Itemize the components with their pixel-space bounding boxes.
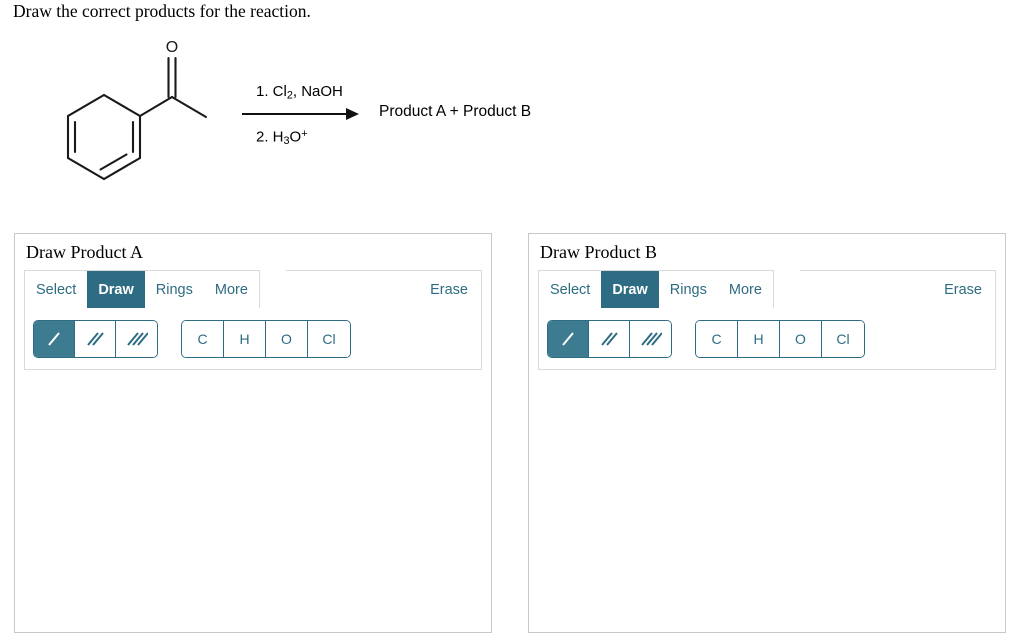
single-bond-icon <box>562 331 574 346</box>
reagent-line-2: 2. H3O+ <box>256 128 308 147</box>
atom-button-o-b[interactable]: O <box>780 320 822 357</box>
products-label: Product A + Product B <box>379 103 532 120</box>
reagent-1-prefix: 1. Cl <box>256 83 287 100</box>
tab-rings-b[interactable]: Rings <box>658 271 718 308</box>
molecule-editor-b: Select Draw Rings More Erase C H O Cl <box>538 270 996 632</box>
single-bond-button-b[interactable] <box>548 320 589 357</box>
double-bond-button-a[interactable] <box>75 320 116 357</box>
editor-tool-row-a: C H O Cl <box>24 308 482 370</box>
editor-tab-group-b: Select Draw Rings More <box>538 270 774 308</box>
draw-panel-product-b: Draw Product B Select Draw Rings More Er… <box>528 233 1006 633</box>
tab-more-b[interactable]: More <box>717 271 773 308</box>
atom-button-o-a[interactable]: O <box>266 320 308 357</box>
bond-order-group-a <box>33 319 158 358</box>
tab-select-a[interactable]: Select <box>25 271 88 308</box>
atom-button-cl-a[interactable]: Cl <box>308 320 350 357</box>
molecule-editor-a: Select Draw Rings More Erase C H O Cl <box>24 270 482 632</box>
atom-button-c-a[interactable]: C <box>182 320 224 357</box>
atom-button-group-a: C H O Cl <box>181 319 351 358</box>
atom-button-cl-b[interactable]: Cl <box>822 320 864 357</box>
single-bond-button-a[interactable] <box>34 320 75 357</box>
tab-select-b[interactable]: Select <box>539 271 602 308</box>
panel-heading-product-b: Draw Product B <box>540 242 657 262</box>
atom-button-h-a[interactable]: H <box>224 320 266 357</box>
triple-bond-button-a[interactable] <box>116 320 157 357</box>
single-bond-icon <box>48 331 60 346</box>
reagent-2-superscript: + <box>301 128 308 140</box>
drawing-canvas-a[interactable] <box>24 370 482 632</box>
editor-tab-strip-a: Select Draw Rings More Erase <box>24 270 482 308</box>
erase-button-a[interactable]: Erase <box>430 271 481 308</box>
acetophenone-structure: O <box>40 30 230 195</box>
editor-erase-group-a: Erase <box>286 270 482 308</box>
editor-tool-row-b: C H O Cl <box>538 308 996 370</box>
bond-order-group-b <box>547 319 672 358</box>
triple-bond-icon <box>126 331 148 346</box>
reagent-1-suffix: , NaOH <box>292 83 343 100</box>
atom-button-c-b[interactable]: C <box>696 320 738 357</box>
triple-bond-icon <box>640 331 662 346</box>
drawing-canvas-b[interactable] <box>538 370 996 632</box>
atom-button-h-b[interactable]: H <box>738 320 780 357</box>
triple-bond-button-b[interactable] <box>630 320 671 357</box>
editor-tab-strip-b: Select Draw Rings More Erase <box>538 270 996 308</box>
carbonyl-oxygen-label: O <box>166 39 178 56</box>
atom-button-group-b: C H O Cl <box>695 319 865 358</box>
erase-button-b[interactable]: Erase <box>944 271 995 308</box>
reagent-line-1: 1. Cl2, NaOH <box>256 83 343 102</box>
reaction-scheme: O 1. Cl2, NaOH 2. H3O+ Product A + Produ… <box>0 22 1024 212</box>
tab-rings-a[interactable]: Rings <box>144 271 204 308</box>
panel-heading-product-a: Draw Product A <box>26 242 143 262</box>
reagent-2-mid: O <box>289 128 302 146</box>
editor-erase-group-b: Erase <box>800 270 996 308</box>
draw-panel-product-a: Draw Product A Select Draw Rings More Er… <box>14 233 492 633</box>
double-bond-button-b[interactable] <box>589 320 630 357</box>
question-prompt: Draw the correct products for the reacti… <box>13 1 311 21</box>
editor-tab-group-a: Select Draw Rings More <box>24 270 260 308</box>
tab-draw-a[interactable]: Draw <box>87 271 145 308</box>
tab-draw-b[interactable]: Draw <box>601 271 659 308</box>
reaction-arrow-icon <box>241 104 363 129</box>
double-bond-icon <box>87 331 104 346</box>
tab-more-a[interactable]: More <box>203 271 259 308</box>
double-bond-icon <box>601 331 618 346</box>
reagent-2-prefix: 2. H <box>256 128 284 146</box>
